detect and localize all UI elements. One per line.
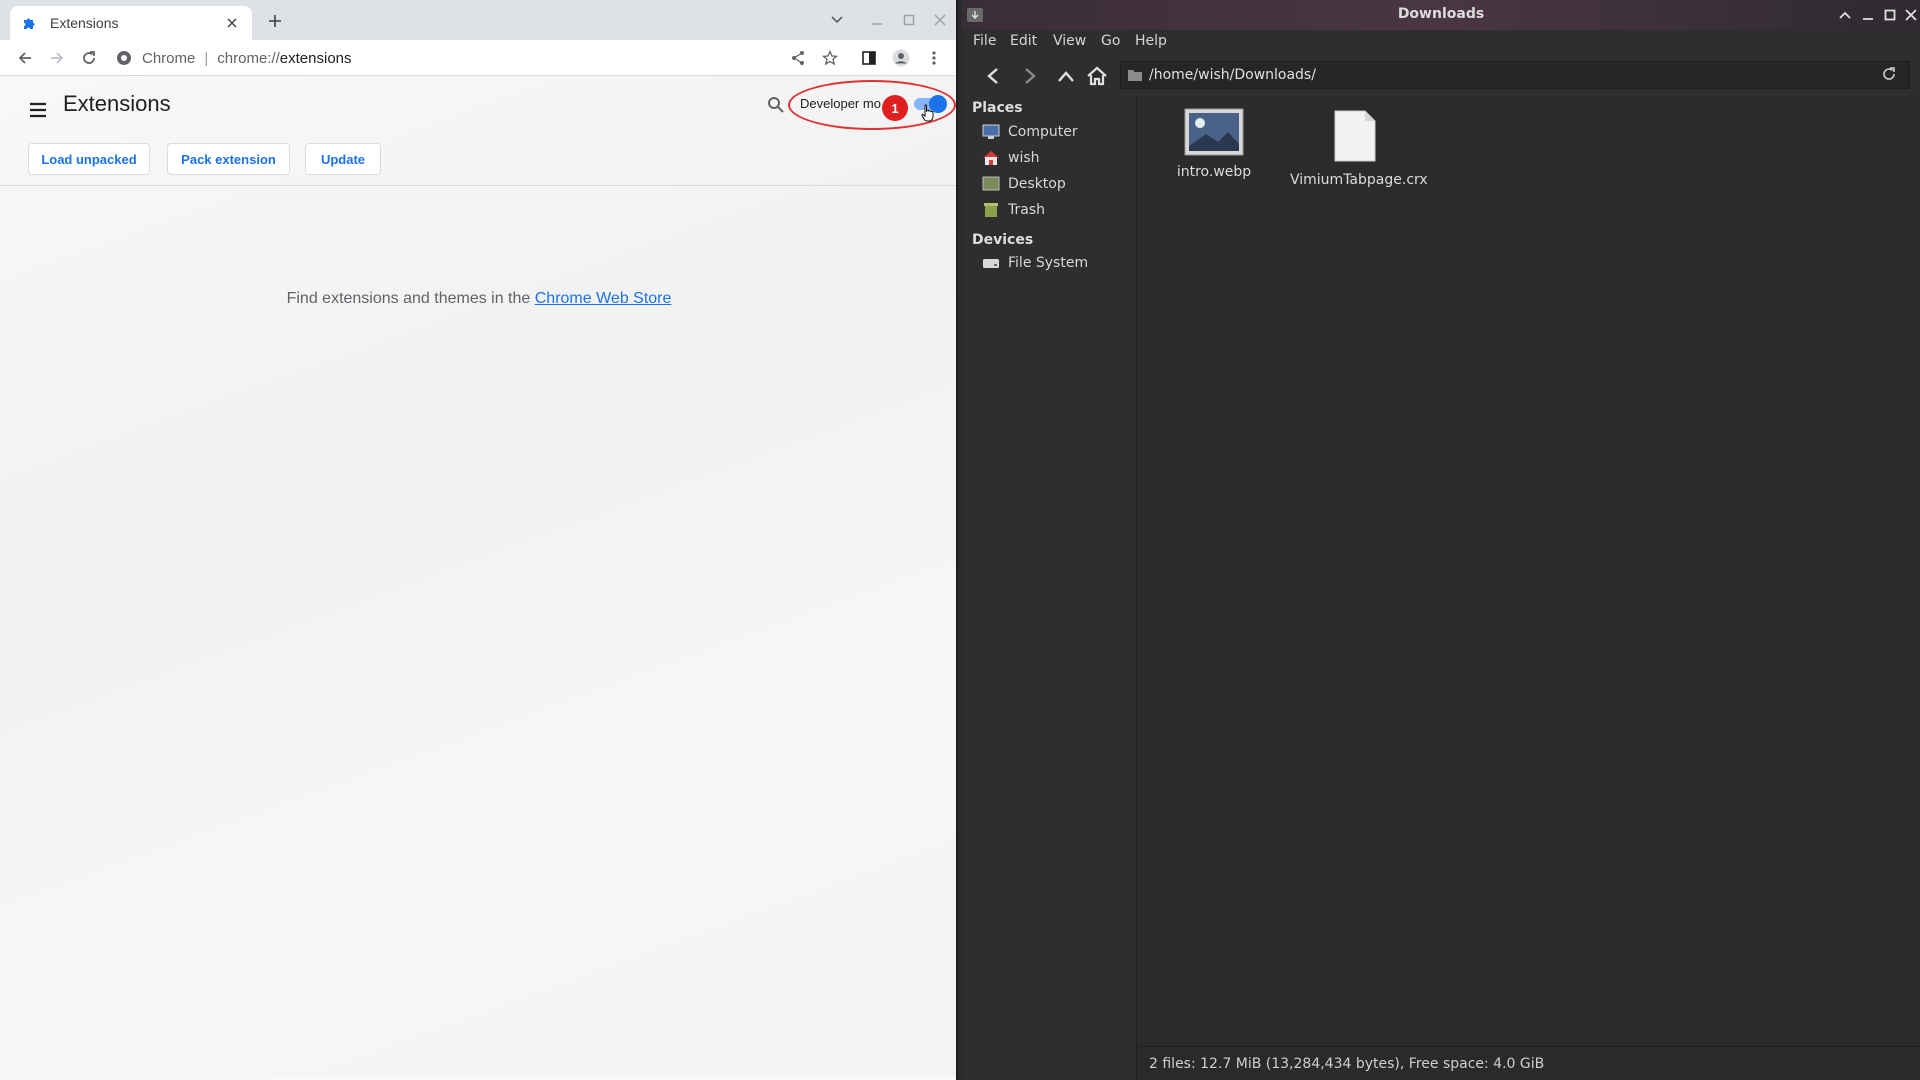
search-icon[interactable]: [767, 96, 787, 116]
omnibox-url-prefix: chrome://: [217, 49, 280, 67]
home-icon[interactable]: [1084, 63, 1110, 89]
file-view: intro.webp VimiumTabpage.crx: [1137, 96, 1920, 1046]
maximize-icon[interactable]: [899, 10, 919, 30]
forward-icon[interactable]: [1017, 63, 1043, 89]
omnibox-separator: |: [204, 49, 209, 67]
file-item[interactable]: VimiumTabpage.crx: [1290, 108, 1428, 188]
bookmark-star-icon[interactable]: [818, 46, 842, 70]
close-icon[interactable]: [224, 15, 240, 31]
chrome-window: Extensions Chrome | chrome://extensions …: [0, 0, 958, 1080]
sidebar-item-wish[interactable]: wish: [982, 146, 1132, 170]
tab-strip: Extensions: [0, 0, 956, 40]
chrome-web-store-link[interactable]: Chrome Web Store: [535, 290, 672, 307]
window-title: Downloads: [1397, 6, 1485, 22]
minimize-icon[interactable]: [867, 10, 887, 30]
menu-file[interactable]: File: [973, 33, 996, 49]
sidebar-item-label: Trash: [1008, 202, 1045, 218]
places-heading: Places: [972, 100, 1023, 116]
trash-icon: [982, 202, 1000, 218]
puzzle-icon: [22, 15, 38, 31]
maximize-icon[interactable]: [1881, 6, 1899, 24]
sidebar-item-file-system[interactable]: File System: [982, 251, 1132, 275]
devices-heading: Devices: [972, 232, 1034, 248]
sidebar-item-computer[interactable]: Computer: [982, 120, 1132, 144]
status-bar: 2 files: 12.7 MiB (13,284,434 bytes), Fr…: [1137, 1046, 1920, 1080]
annotation-badge: 1: [882, 95, 908, 121]
sidebar-item-trash[interactable]: Trash: [982, 198, 1132, 222]
folder-icon: [1127, 68, 1143, 82]
extensions-header: Extensions Developer mo 1 Load unpacked …: [0, 76, 956, 186]
drive-icon: [982, 255, 1000, 271]
new-tab-button[interactable]: [264, 10, 286, 32]
menu-view[interactable]: View: [1053, 33, 1086, 49]
sidebar-item-desktop[interactable]: Desktop: [982, 172, 1132, 196]
file-item[interactable]: intro.webp: [1149, 108, 1279, 180]
omnibox-url: chrome://extensions: [217, 50, 351, 67]
desktop-icon: [982, 176, 1000, 192]
browser-toolbar: Chrome | chrome://extensions: [0, 40, 956, 76]
tab-search-chevron-icon[interactable]: [827, 10, 847, 30]
forward-icon[interactable]: [45, 46, 69, 70]
omnibox-url-path: extensions: [279, 49, 352, 67]
home-folder-icon: [982, 150, 1000, 166]
page-title: Extensions: [63, 91, 171, 116]
sidebar-item-label: wish: [1008, 150, 1040, 166]
minimize-icon[interactable]: [1859, 6, 1877, 24]
menu-help[interactable]: Help: [1135, 33, 1167, 49]
document-file-icon: [1290, 108, 1420, 168]
file-manager-titlebar: Downloads: [962, 0, 1920, 30]
window-close-icon[interactable]: [1902, 6, 1920, 24]
file-manager-toolbar: /home/wish/Downloads/: [962, 54, 1920, 96]
path-text: /home/wish/Downloads/: [1149, 67, 1316, 83]
reload-icon[interactable]: [1881, 66, 1901, 86]
sidebar-item-label: File System: [1008, 255, 1089, 271]
sidebar-item-label: Computer: [1008, 124, 1078, 140]
menu-go[interactable]: Go: [1101, 33, 1120, 49]
sidebar-footer: [962, 1046, 1137, 1080]
update-button[interactable]: Update: [305, 143, 381, 175]
menu-edit[interactable]: Edit: [1010, 33, 1037, 49]
pack-extension-button[interactable]: Pack extension: [167, 143, 290, 175]
load-unpacked-button[interactable]: Load unpacked: [28, 143, 150, 175]
up-icon[interactable]: [1053, 63, 1079, 89]
share-icon[interactable]: [786, 46, 810, 70]
empty-state-message: Find extensions and themes in the Chrome…: [0, 290, 958, 308]
image-file-icon: [1149, 108, 1279, 160]
file-name: intro.webp: [1176, 164, 1252, 180]
tab-title: Extensions: [50, 15, 119, 31]
extensions-page: Extensions Developer mo 1 Load unpacked …: [0, 76, 956, 1076]
hand-cursor-icon: [921, 104, 935, 122]
empty-state-text: Find extensions and themes in the: [286, 290, 531, 307]
profile-avatar-icon[interactable]: [889, 46, 913, 70]
file-name: VimiumTabpage.crx: [1290, 172, 1428, 188]
tab-extensions[interactable]: Extensions: [10, 6, 252, 40]
omnibox-site: Chrome: [142, 49, 196, 67]
shade-up-icon[interactable]: [1836, 6, 1854, 24]
places-sidebar: Places Computer wish Desktop Trash Devic: [962, 96, 1137, 1046]
side-panel-icon[interactable]: [857, 46, 881, 70]
hamburger-menu-icon[interactable]: [26, 98, 50, 122]
path-bar[interactable]: /home/wish/Downloads/: [1120, 61, 1910, 89]
window-close-icon[interactable]: [930, 10, 950, 30]
computer-icon: [982, 124, 1000, 140]
menu-bar: File Edit View Go Help: [962, 30, 1920, 54]
omnibox[interactable]: Chrome | chrome://extensions: [116, 43, 836, 73]
chrome-logo-icon: [116, 50, 132, 66]
sidebar-item-label: Desktop: [1008, 176, 1066, 192]
file-manager-window: Downloads File Edit View Go Help /home/w…: [962, 0, 1920, 1080]
reload-icon[interactable]: [77, 46, 101, 70]
kebab-menu-icon[interactable]: [922, 46, 946, 70]
back-icon[interactable]: [980, 63, 1006, 89]
back-icon[interactable]: [13, 46, 37, 70]
